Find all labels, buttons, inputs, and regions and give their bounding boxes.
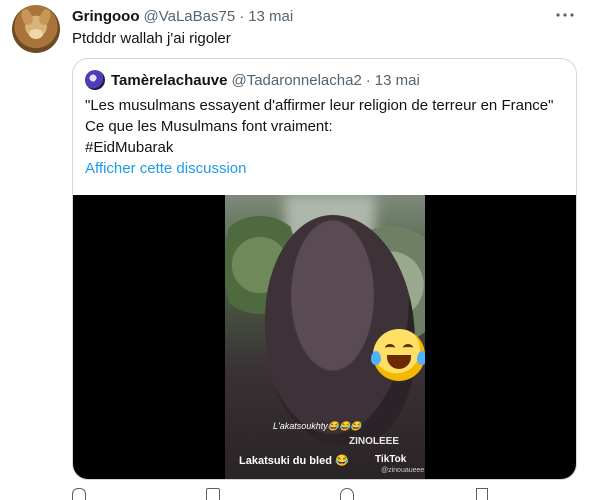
video-watermark: ZINOLEEE (349, 436, 400, 447)
display-name[interactable]: Gringooo (72, 8, 140, 25)
quoted-date: 13 mai (374, 71, 420, 89)
tweet[interactable]: Gringooo @VaLaBas75 · 13 mai Ptdddr wall… (0, 0, 590, 500)
tiktok-handle: @zinouaueee (381, 467, 425, 474)
action-bar (72, 488, 512, 500)
emoji-eye (385, 344, 395, 352)
avatar-ear (37, 7, 53, 27)
quoted-text-line: Ce que les Musulmans font vraiment: (85, 118, 333, 135)
emoji-tear (371, 351, 381, 365)
face-with-tears-of-joy-icon (371, 329, 425, 381)
video-player[interactable]: L'akatsoukhty😂😂😂 ZINOLEEE Lakatsuki du b… (73, 195, 576, 479)
separator-dot: · (365, 71, 371, 89)
quoted-text: "Les musulmans essayent d'affirmer leur … (85, 95, 565, 158)
share-icon[interactable] (476, 488, 488, 500)
tiktok-logo: TikTok (375, 454, 407, 465)
quoted-display-name: Tamèrelachauve (111, 71, 228, 89)
show-thread-link[interactable]: Afficher cette discussion (85, 160, 246, 177)
user-handle[interactable]: @VaLaBas75 (144, 8, 236, 25)
tweet-header: Gringooo @VaLaBas75 · 13 mai (72, 6, 293, 26)
emoji-mouth (387, 355, 411, 369)
emoji-eye (403, 344, 413, 352)
avatar-snout (29, 29, 43, 39)
tweet-text: Ptdddr wallah j'ai rigoler (72, 30, 231, 47)
video-caption-top: L'akatsoukhty😂😂😂 (273, 421, 362, 431)
video-frame: L'akatsoukhty😂😂😂 ZINOLEEE Lakatsuki du b… (225, 195, 425, 479)
video-caption-bottom: Lakatsuki du bled 😂 (239, 455, 349, 467)
reply-icon[interactable] (72, 488, 86, 500)
emoji-tear (417, 351, 425, 365)
avatar[interactable] (12, 5, 60, 53)
quoted-tweet[interactable]: Tamèrelachauve @Tadaronnelacha2 · 13 mai… (72, 58, 577, 480)
quoted-handle: @Tadaronnelacha2 (231, 71, 362, 89)
tweet-date[interactable]: 13 mai (248, 8, 293, 25)
retweet-icon[interactable] (206, 488, 220, 500)
quoted-text-line: "Les musulmans essayent d'affirmer leur … (85, 97, 554, 114)
avatar-ear (19, 7, 35, 27)
quoted-avatar (85, 70, 105, 90)
quoted-hashtag[interactable]: #EidMubarak (85, 137, 565, 158)
like-icon[interactable] (340, 488, 354, 500)
separator-dot: · (239, 7, 245, 25)
more-icon[interactable] (554, 6, 576, 24)
quoted-header: Tamèrelachauve @Tadaronnelacha2 · 13 mai (85, 70, 420, 90)
